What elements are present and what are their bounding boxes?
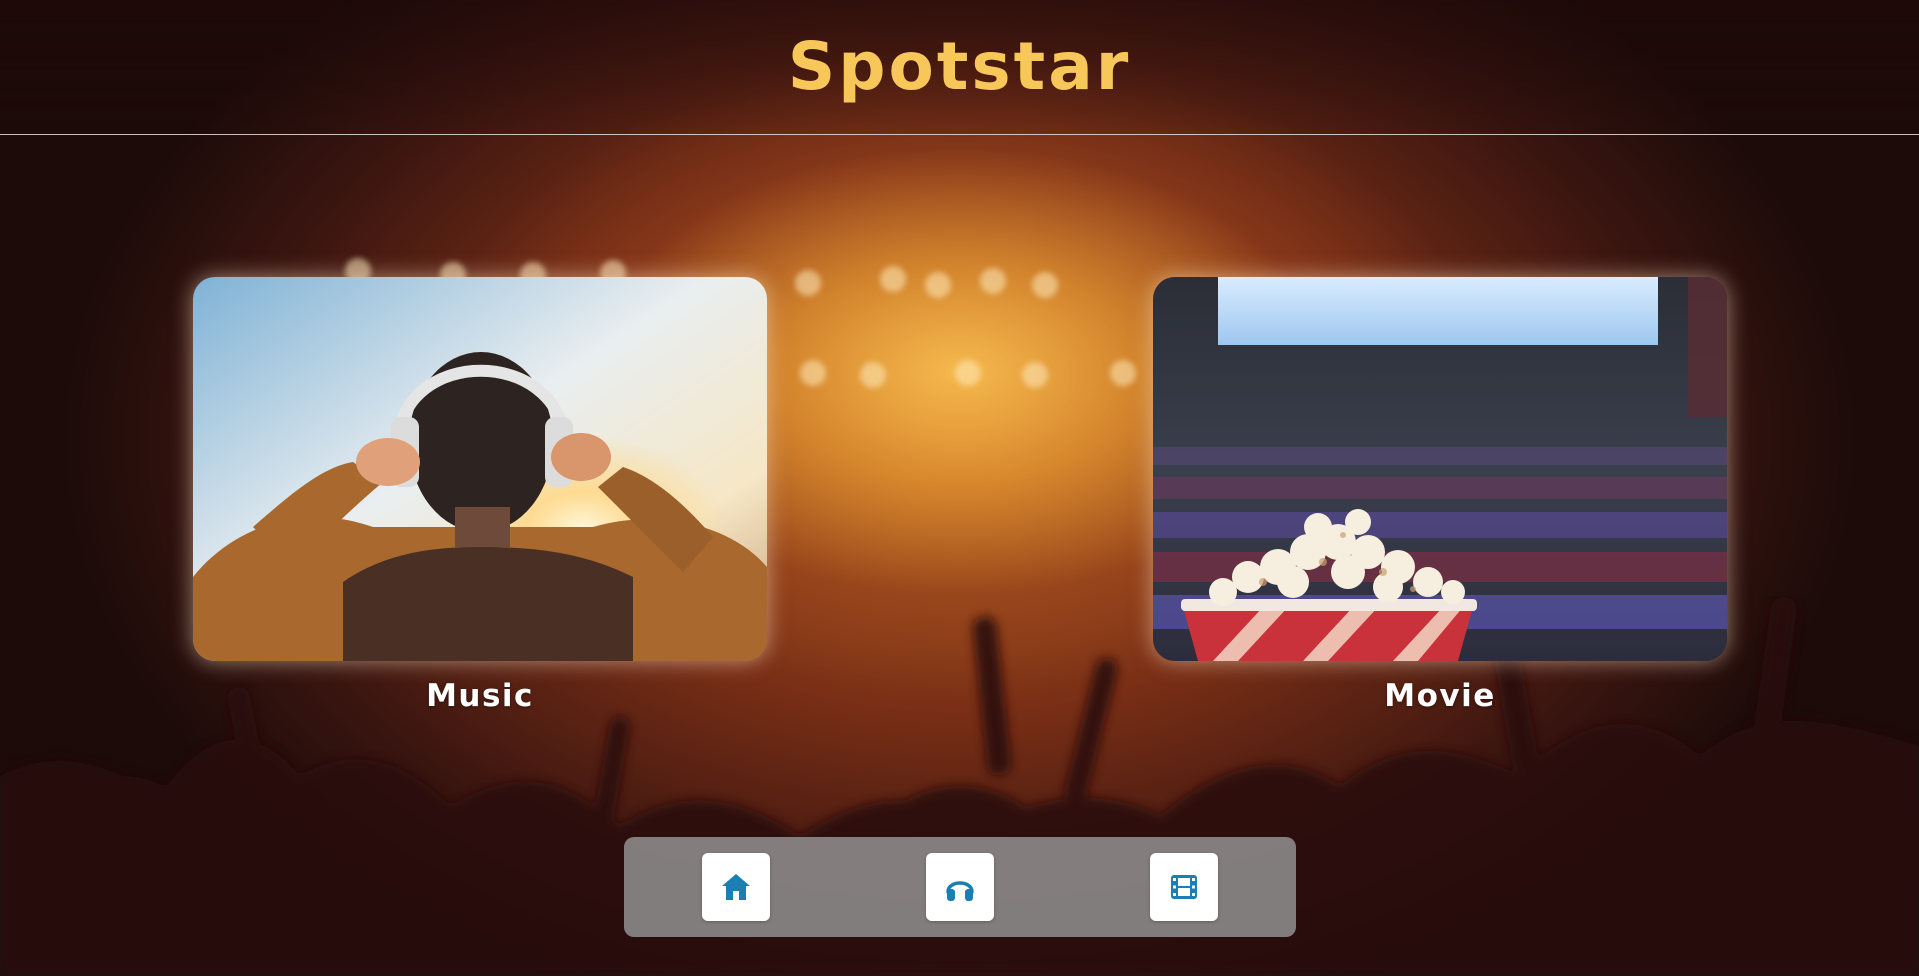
- nav-music-button[interactable]: [926, 853, 994, 921]
- music-card-label[interactable]: Music: [193, 678, 767, 714]
- app-header: Spotstar: [0, 0, 1919, 135]
- popcorn-cinema-image: [1153, 277, 1727, 661]
- app-title: Spotstar: [787, 28, 1132, 105]
- bottom-nav-bar: [624, 837, 1296, 937]
- home-icon: [722, 874, 750, 900]
- film-icon: [1171, 875, 1197, 899]
- headphones-icon: [946, 881, 974, 901]
- movie-card[interactable]: [1153, 277, 1727, 661]
- nav-movie-button[interactable]: [1150, 853, 1218, 921]
- nav-home-button[interactable]: [702, 853, 770, 921]
- movie-card-label[interactable]: Movie: [1153, 678, 1727, 714]
- headphones-person-image: [193, 277, 767, 661]
- music-card[interactable]: [193, 277, 767, 661]
